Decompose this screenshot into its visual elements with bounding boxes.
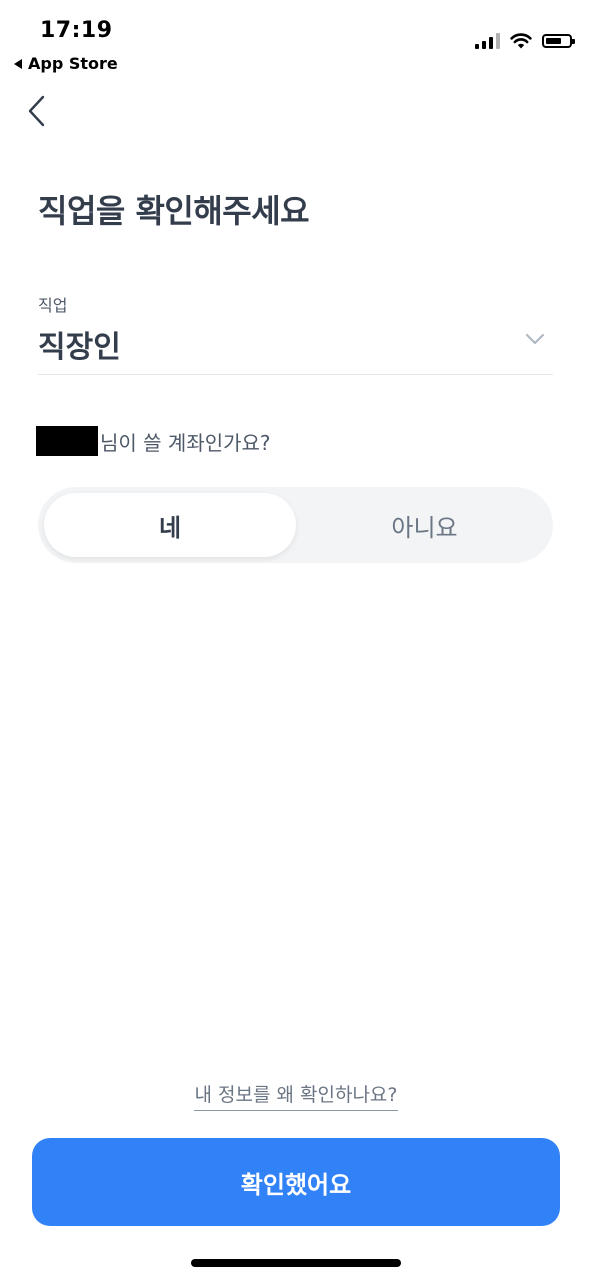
chevron-left-icon xyxy=(28,95,45,127)
wifi-icon xyxy=(510,33,532,49)
why-info-link-row: 내 정보를 왜 확인하나요? xyxy=(0,1080,592,1111)
status-icons xyxy=(475,32,575,49)
yes-option-button[interactable]: 네 xyxy=(44,493,296,557)
no-option-button[interactable]: 아니요 xyxy=(302,493,547,557)
cellular-signal-icon xyxy=(475,33,500,49)
back-to-app-label: App Store xyxy=(28,54,118,73)
account-owner-question: 님이 쓸 계좌인가요? xyxy=(36,426,271,456)
redacted-name xyxy=(36,426,98,456)
job-value: 직장인 xyxy=(38,330,121,365)
back-to-app-store[interactable]: App Store xyxy=(14,54,118,73)
back-button[interactable] xyxy=(24,94,52,128)
job-select[interactable]: 직업 직장인 xyxy=(38,286,553,375)
page-title: 직업을 확인해주세요 xyxy=(38,192,310,230)
status-bar: 17:19 App Store xyxy=(0,0,592,80)
status-time: 17:19 xyxy=(40,18,113,43)
yes-no-toggle: 네 아니요 xyxy=(38,487,553,563)
home-indicator xyxy=(191,1259,401,1267)
job-label: 직업 xyxy=(38,296,68,315)
why-info-link[interactable]: 내 정보를 왜 확인하나요? xyxy=(194,1080,398,1111)
question-text: 님이 쓸 계좌인가요? xyxy=(100,430,271,455)
confirm-button[interactable]: 확인했어요 xyxy=(32,1138,560,1226)
chevron-down-icon xyxy=(525,333,545,345)
battery-icon xyxy=(542,34,575,48)
back-triangle-icon xyxy=(14,58,22,69)
